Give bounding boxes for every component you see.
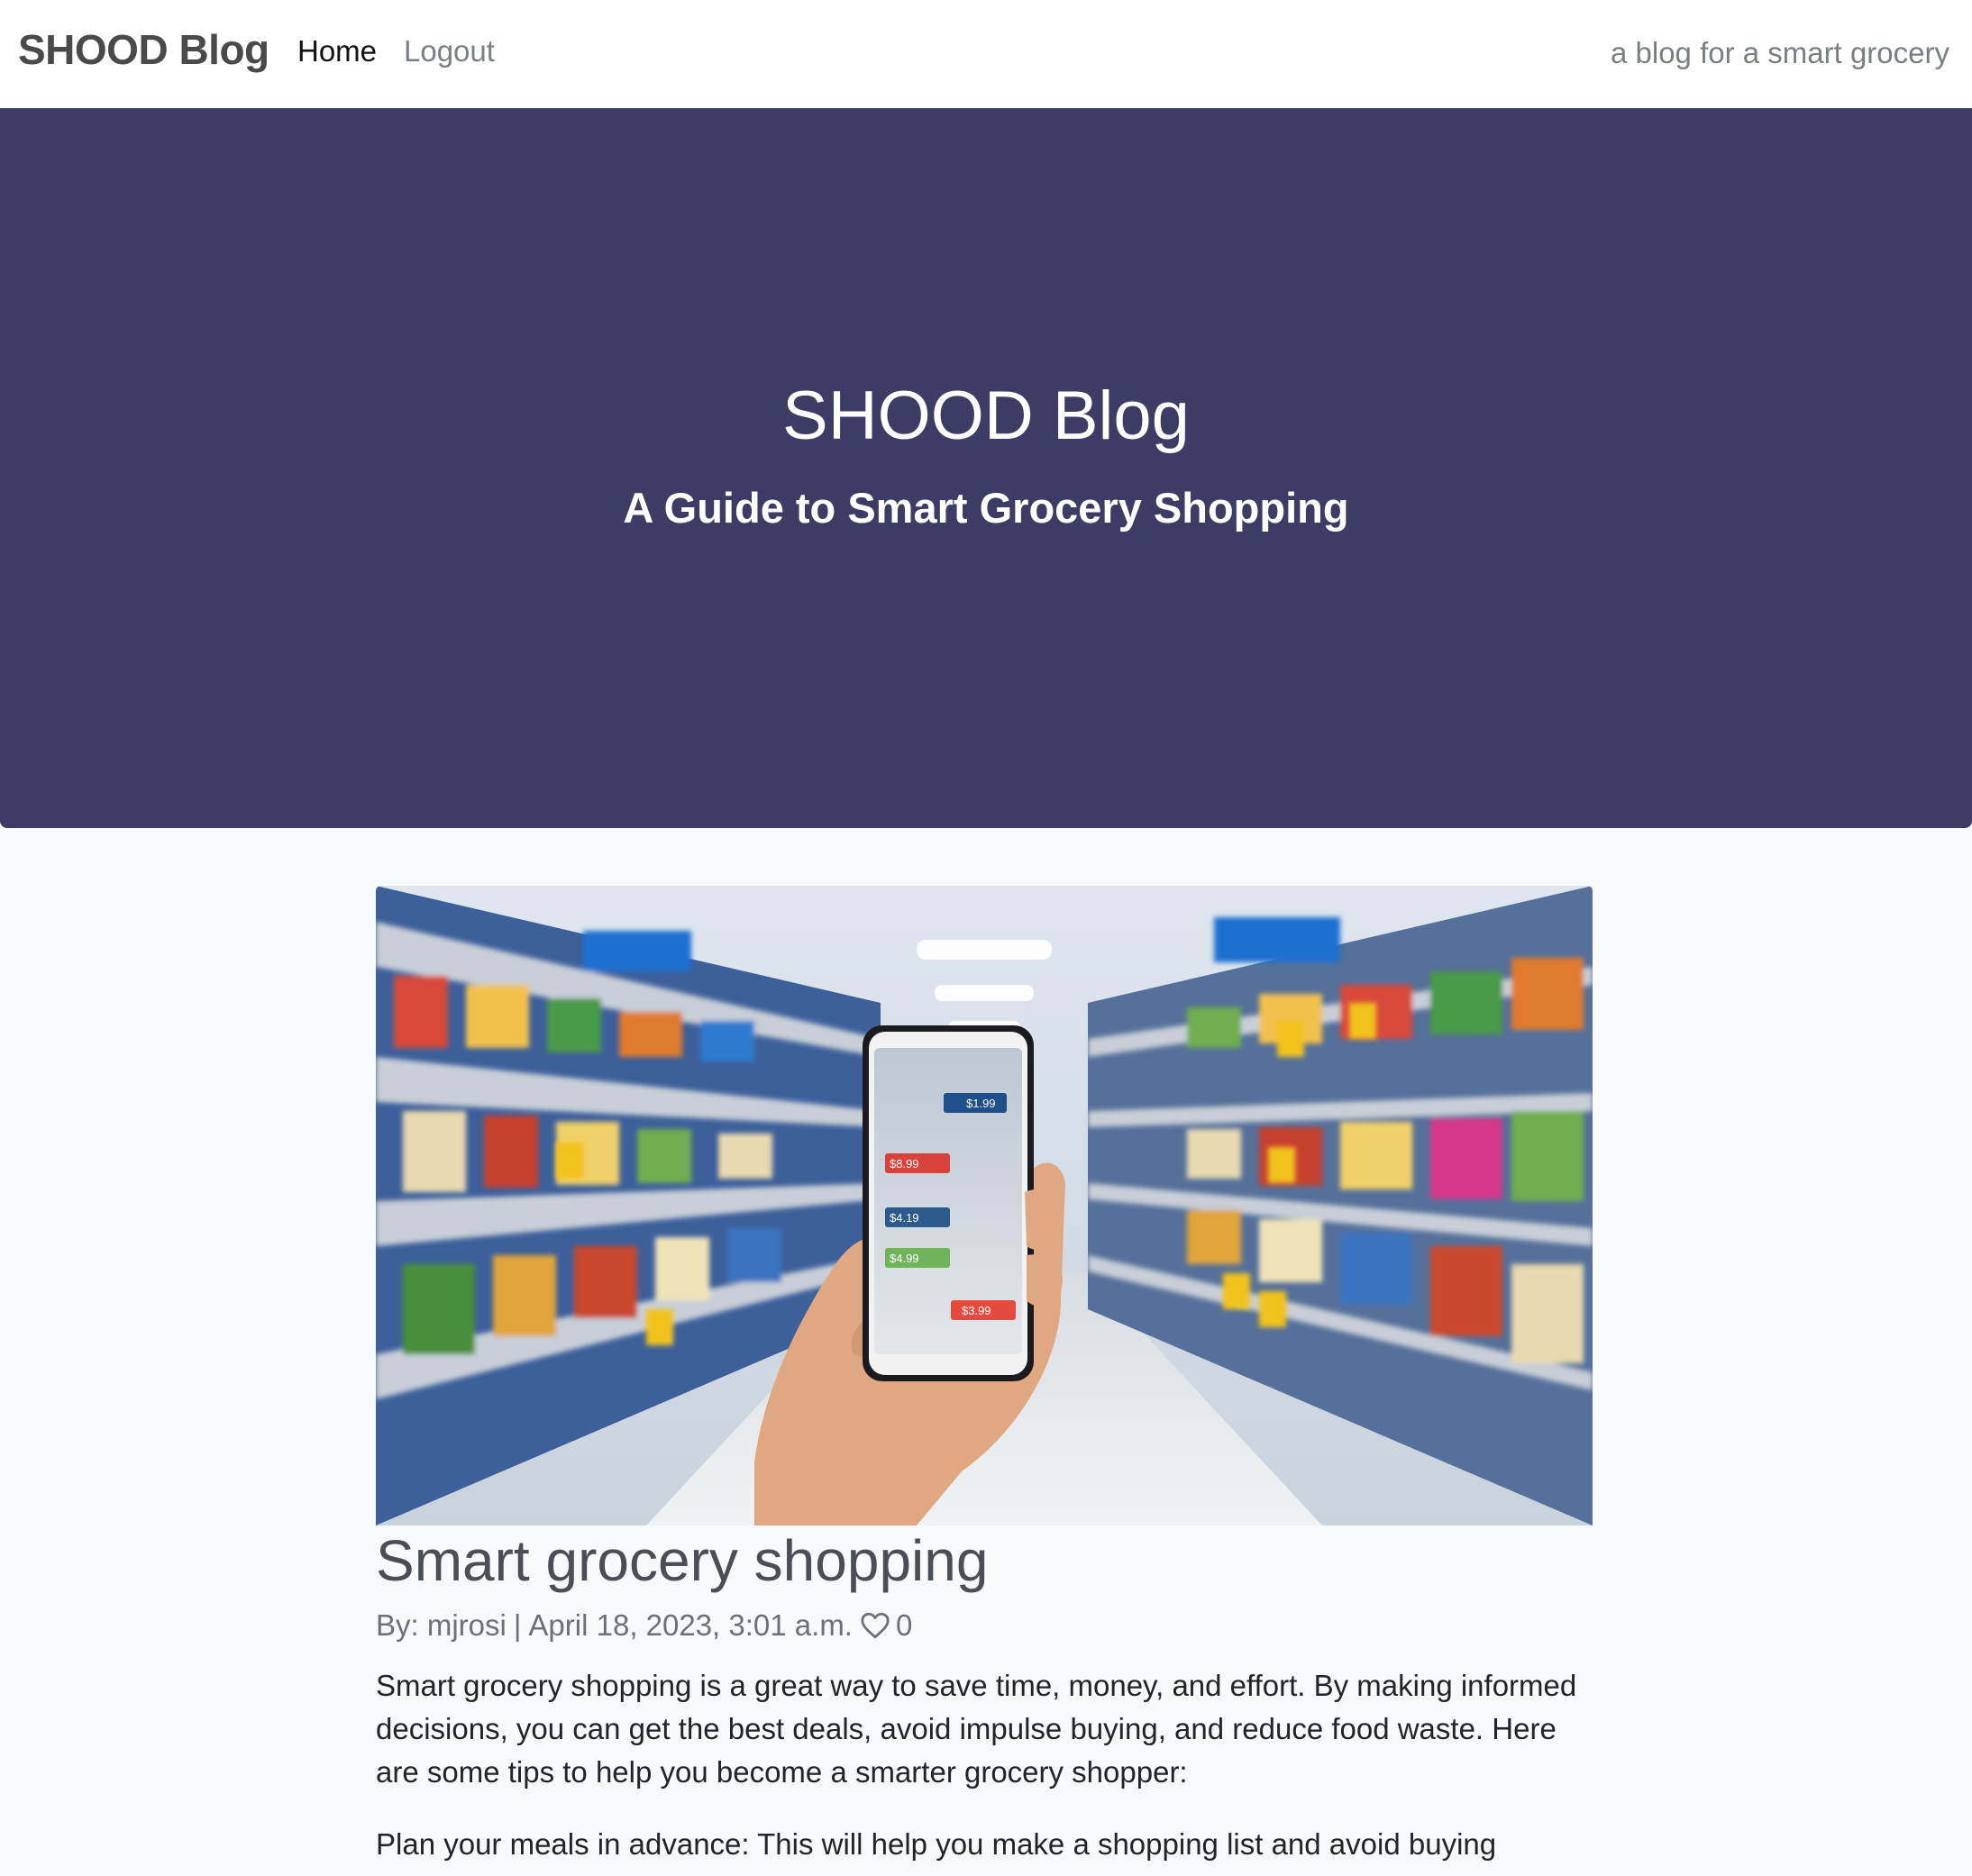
- post-paragraph: Plan your meals in advance: This will he…: [376, 1827, 1497, 1862]
- svg-text:$8.99: $8.99: [890, 1157, 919, 1170]
- navbar: SHOOD Blog Home Logout a blog for a smar…: [0, 0, 1972, 108]
- post-date: April 18, 2023, 3:01 a.m.: [528, 1608, 853, 1643]
- post-paragraph: Smart grocery shopping is a great way to…: [376, 1669, 1577, 1789]
- post-author: By: mjrosi: [376, 1608, 507, 1643]
- meta-separator: |: [513, 1608, 522, 1643]
- svg-text:$3.99: $3.99: [962, 1304, 991, 1317]
- svg-text:$1.99: $1.99: [966, 1097, 996, 1110]
- post-body: Smart grocery shopping is a great way to…: [376, 1664, 1593, 1866]
- navbar-tagline: a blog for a smart grocery: [1611, 36, 1949, 69]
- post-cover-image: $1.99 $8.99 $4.19 $4.99 $3.99: [376, 886, 1593, 1525]
- nav-link-home[interactable]: Home: [297, 34, 377, 68]
- grocery-aisle-illustration: $1.99 $8.99 $4.19 $4.99 $3.99: [376, 886, 1593, 1525]
- hero-subtitle: A Guide to Smart Grocery Shopping: [623, 484, 1349, 532]
- brand-logo-link[interactable]: SHOOD Blog: [18, 25, 269, 74]
- hero-title: SHOOD Blog: [782, 378, 1190, 454]
- blog-post: $1.99 $8.99 $4.19 $4.99 $3.99 Smart groc…: [376, 886, 1593, 1866]
- post-meta: By: mjrosi | April 18, 2023, 3:01 a.m. 0: [376, 1608, 1593, 1643]
- svg-text:$4.19: $4.19: [890, 1211, 919, 1225]
- svg-text:$4.99: $4.99: [890, 1252, 919, 1265]
- heart-icon[interactable]: [860, 1611, 890, 1640]
- post-title: Smart grocery shopping: [376, 1528, 989, 1593]
- nav-link-logout[interactable]: Logout: [404, 34, 495, 68]
- like-count: 0: [895, 1608, 913, 1643]
- hero-banner: SHOOD Blog A Guide to Smart Grocery Shop…: [0, 108, 1972, 828]
